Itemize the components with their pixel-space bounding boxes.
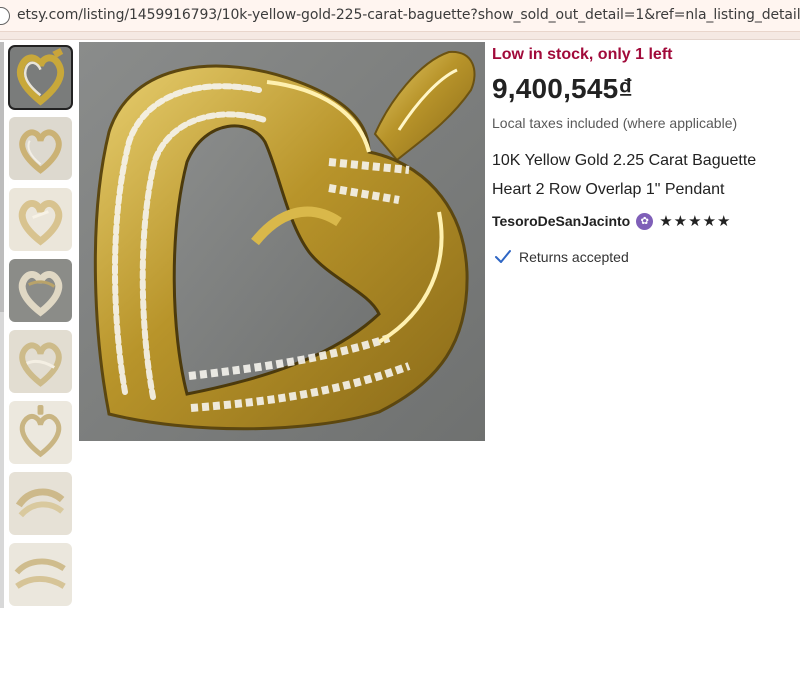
heart-pendant-thumbnail-icon	[9, 188, 72, 251]
checkmark-icon	[495, 250, 511, 263]
taxes-note: Local taxes included (where applicable)	[492, 115, 738, 131]
returns-row: Returns accepted	[494, 248, 800, 266]
thumbnail-7[interactable]	[9, 472, 72, 535]
rating-stars[interactable]: ★★★★★	[659, 212, 731, 230]
thumbnail-6[interactable]	[9, 401, 72, 464]
shop-name-link[interactable]: TesoroDeSanJacinto	[492, 213, 630, 229]
listing-title-line-2: Heart 2 Row Overlap 1" Pendant	[492, 181, 725, 198]
heart-pendant-thumbnail-icon	[9, 259, 72, 322]
heart-pendant-thumbnail-icon	[9, 330, 72, 393]
shop-row: TesoroDeSanJacinto ✿ ★★★★★	[492, 212, 800, 230]
heart-pendant-thumbnail-icon	[9, 117, 72, 180]
tab-strip	[0, 32, 800, 40]
heart-pendant-icon	[79, 42, 485, 441]
thumbnail-strip	[8, 45, 73, 614]
thumbnail-5[interactable]	[9, 330, 72, 393]
gallery-scrollbar[interactable]	[0, 42, 4, 608]
heart-pendant-thumbnail-icon	[9, 401, 72, 464]
heart-pendant-thumbnail-icon	[9, 472, 72, 535]
thumbnail-2[interactable]	[9, 117, 72, 180]
listing-info-panel: Low in stock, only 1 left 9,400,545₫ Loc…	[492, 46, 800, 266]
listing-title: 10K Yellow Gold 2.25 Carat Baguette Hear…	[492, 146, 800, 204]
thumbnail-3[interactable]	[9, 188, 72, 251]
url-text[interactable]: etsy.com/listing/1459916793/10k-yellow-g…	[17, 7, 800, 23]
heart-pendant-thumbnail-icon	[9, 46, 72, 109]
heart-pendant-thumbnail-icon	[9, 543, 72, 606]
stock-notice: Low in stock, only 1 left	[492, 46, 673, 63]
scrollbar-thumb[interactable]	[0, 42, 4, 312]
price: 9,400,545₫	[492, 73, 633, 104]
returns-label: Returns accepted	[519, 249, 629, 265]
listing-title-line-1: 10K Yellow Gold 2.25 Carat Baguette	[492, 152, 757, 169]
main-product-image[interactable]	[79, 42, 485, 441]
thumbnail-8[interactable]	[9, 543, 72, 606]
globe-icon	[0, 7, 10, 25]
address-bar[interactable]: etsy.com/listing/1459916793/10k-yellow-g…	[0, 0, 800, 32]
star-seller-icon[interactable]: ✿	[636, 212, 654, 230]
thumbnail-1[interactable]	[8, 45, 73, 110]
thumbnail-4[interactable]	[9, 259, 72, 322]
